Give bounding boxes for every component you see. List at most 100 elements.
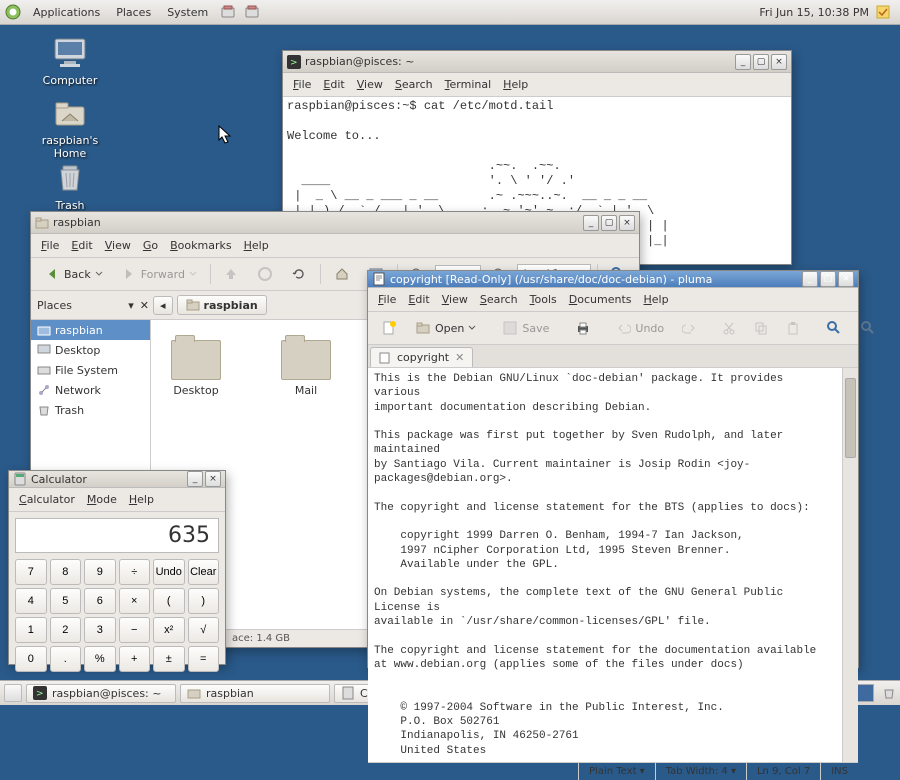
menu-search[interactable]: Search [391,76,437,93]
path-segment[interactable]: raspbian [177,295,267,315]
menu-view[interactable]: View [438,291,472,308]
menu-terminal[interactable]: Terminal [441,76,496,93]
minimize-button[interactable]: _ [187,471,203,487]
calc-key-12[interactable]: 1 [15,617,47,643]
task-filemanager[interactable]: raspbian [180,684,330,703]
desktop-icon-trash[interactable]: Trash [30,160,110,212]
back-button[interactable]: Back [37,262,110,286]
menu-edit[interactable]: Edit [67,237,96,254]
calc-key-11[interactable]: ) [188,588,220,614]
clock[interactable]: Fri Jun 15, 10:38 PM [759,6,869,19]
maximize-button[interactable]: ▢ [753,54,769,70]
calc-key-15[interactable]: − [119,617,151,643]
menu-edit[interactable]: Edit [319,76,348,93]
places-header[interactable]: Places [37,299,72,312]
main-menu-icon[interactable] [5,4,21,20]
menu-file[interactable]: File [37,237,63,254]
open-button[interactable]: Open [408,316,483,340]
system-menu[interactable]: System [163,3,212,22]
reload-button[interactable] [284,262,314,286]
calc-key-8[interactable]: 6 [84,588,116,614]
maximize-button[interactable]: ▢ [820,271,836,287]
menu-view[interactable]: View [353,76,387,93]
menu-mode[interactable]: Mode [83,491,121,508]
new-button[interactable] [374,316,404,340]
minimize-button[interactable]: _ [735,54,751,70]
copy-button[interactable] [747,317,775,339]
fm-titlebar[interactable]: raspbian _ ▢ × [31,212,639,234]
maximize-button[interactable]: ▢ [601,215,617,231]
calc-key-0[interactable]: 7 [15,559,47,585]
calc-key-19[interactable]: . [50,646,82,672]
menu-documents[interactable]: Documents [565,291,636,308]
redo-button[interactable] [675,317,703,339]
close-button[interactable]: × [838,271,854,287]
menu-file[interactable]: File [289,76,315,93]
menu-search[interactable]: Search [476,291,522,308]
stop-button[interactable] [250,262,280,286]
calc-key-17[interactable]: √ [188,617,220,643]
menu-calculator[interactable]: Calculator [15,491,79,508]
notes-applet-icon[interactable] [875,4,891,20]
menu-help[interactable]: Help [499,76,532,93]
calc-key-21[interactable]: + [119,646,151,672]
close-sidebar-icon[interactable]: ✕ [140,299,149,312]
menu-edit[interactable]: Edit [404,291,433,308]
cut-button[interactable] [715,317,743,339]
calc-key-3[interactable]: ÷ [119,559,151,585]
launcher-icon-2[interactable] [244,4,260,20]
calc-key-5[interactable]: Clear [188,559,220,585]
sidebar-item-trash[interactable]: Trash [31,400,150,420]
applications-menu[interactable]: Applications [29,3,104,22]
close-tab-icon[interactable]: ✕ [455,351,464,364]
chevron-down-icon[interactable]: ▾ [128,299,134,312]
find-button[interactable] [819,316,849,340]
desktop-icon-home[interactable]: raspbian's Home [30,95,110,160]
menu-view[interactable]: View [101,237,135,254]
replace-button[interactable] [853,316,883,340]
close-button[interactable]: × [771,54,787,70]
calc-key-10[interactable]: ( [153,588,185,614]
folder-mail[interactable]: Mail [281,340,331,397]
calc-key-14[interactable]: 3 [84,617,116,643]
calc-key-18[interactable]: 0 [15,646,47,672]
calc-key-7[interactable]: 5 [50,588,82,614]
calc-key-6[interactable]: 4 [15,588,47,614]
launcher-icon-1[interactable] [220,4,236,20]
calc-display[interactable]: 635 [15,518,219,553]
terminal-titlebar[interactable]: > raspbian@pisces: ~ _ ▢ × [283,51,791,73]
menu-go[interactable]: Go [139,237,162,254]
pluma-text-area[interactable]: This is the Debian GNU/Linux `doc-debian… [368,368,842,762]
show-desktop-button[interactable] [4,684,22,702]
tab-copyright[interactable]: copyright ✕ [370,347,473,367]
path-back-button[interactable]: ◂ [153,296,173,315]
calc-key-23[interactable]: = [188,646,220,672]
save-button[interactable]: Save [495,316,556,340]
close-button[interactable]: × [619,215,635,231]
menu-help[interactable]: Help [125,491,158,508]
up-button[interactable] [216,262,246,286]
places-menu[interactable]: Places [112,3,155,22]
pluma-titlebar[interactable]: copyright [Read-Only] (/usr/share/doc/do… [368,271,858,288]
sidebar-item-network[interactable]: Network [31,380,150,400]
status-tabwidth[interactable]: Tab Width: 4 ▾ [655,763,746,780]
sidebar-item-home[interactable]: raspbian [31,320,150,340]
calc-key-4[interactable]: Undo [153,559,185,585]
calc-key-16[interactable]: x² [153,617,185,643]
paste-button[interactable] [779,317,807,339]
trash-applet-icon[interactable] [882,686,896,700]
menu-help[interactable]: Help [240,237,273,254]
sidebar-item-desktop[interactable]: Desktop [31,340,150,360]
menu-bookmarks[interactable]: Bookmarks [166,237,235,254]
folder-desktop[interactable]: Desktop [171,340,221,397]
print-button[interactable] [568,316,598,340]
task-terminal[interactable]: >raspbian@pisces: ~ [26,684,176,703]
minimize-button[interactable]: _ [802,271,818,287]
menu-help[interactable]: Help [640,291,673,308]
calc-key-13[interactable]: 2 [50,617,82,643]
forward-button[interactable]: Forward [114,262,204,286]
calc-key-22[interactable]: ± [153,646,185,672]
close-button[interactable]: × [205,471,221,487]
sidebar-item-filesystem[interactable]: File System [31,360,150,380]
calc-key-2[interactable]: 9 [84,559,116,585]
